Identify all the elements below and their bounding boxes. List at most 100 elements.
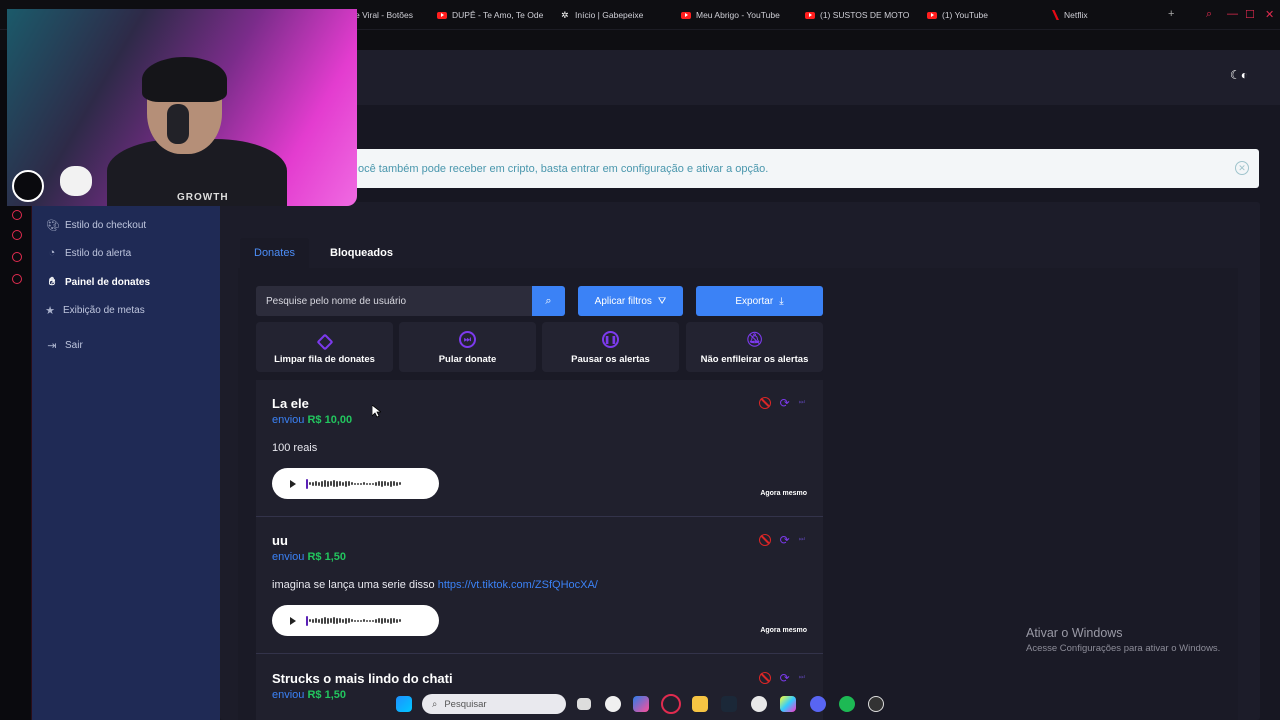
windows-start-icon[interactable] [396, 696, 412, 712]
crypto-notice: ocê também pode receber em cripto, basta… [350, 149, 1259, 188]
waveform-bar [375, 481, 377, 486]
audio-player[interactable] [272, 605, 439, 636]
pause-alerts-button[interactable]: ❚❚ Pausar os alertas [542, 322, 679, 372]
task-view-icon[interactable] [577, 698, 591, 710]
skip-icon[interactable]: ⏭ [799, 536, 805, 544]
block-user-icon[interactable] [758, 534, 771, 546]
replay-icon[interactable]: ⟳ [780, 534, 790, 546]
search-icon: ⌕ [545, 294, 552, 307]
waveform-bar [333, 480, 335, 487]
sidebar-item-goals[interactable]: ★ Exibição de metas [44, 304, 145, 317]
capcut-icon[interactable] [780, 696, 796, 712]
waveform-bar [360, 482, 362, 485]
skip-icon[interactable]: ⏭ [799, 399, 805, 407]
block-user-icon[interactable] [758, 672, 771, 684]
search-input[interactable] [256, 286, 532, 316]
waveform-bar [393, 618, 395, 623]
youtube-icon [681, 11, 691, 19]
skip-icon[interactable]: ⏭ [799, 674, 805, 682]
donation-link[interactable]: https://vt.tiktok.com/ZSfQHocXA/ [438, 579, 598, 591]
waveform-bar [381, 480, 383, 487]
discord-icon[interactable] [810, 696, 826, 712]
maximize-icon[interactable]: ☐ [1245, 8, 1255, 21]
waveform-bar [372, 482, 374, 485]
waveform[interactable] [306, 615, 418, 627]
play-icon[interactable] [290, 479, 296, 488]
gx-control-icon[interactable] [12, 210, 22, 220]
theme-toggle-icon[interactable]: ☾◐ [1230, 68, 1248, 82]
steam-icon[interactable] [721, 696, 737, 712]
sidebar-item-alert-style[interactable]: ◔ Estilo do alerta [46, 247, 131, 259]
browser-tab[interactable]: DUPÊ - Te Amo, Te Ode [437, 0, 545, 30]
donation-card: La ele enviou R$ 10,00 100 reais Agora m… [256, 380, 823, 517]
browser-tab[interactable]: (1) SUSTOS DE MOTO [805, 0, 913, 30]
replay-icon[interactable]: ⟳ [780, 672, 790, 684]
waveform-bar [345, 480, 347, 487]
download-icon: ⤓ [779, 295, 784, 307]
waveform-bar [399, 482, 401, 485]
no-queue-alerts-button[interactable]: 🔕︎ Não enfileirar os alertas [686, 322, 823, 372]
waveform-bar [342, 618, 344, 623]
app-icon[interactable] [605, 696, 621, 712]
browser-tab[interactable]: (1) YouTube [927, 0, 1017, 30]
donation-message: 100 reais [272, 442, 318, 454]
copilot-icon[interactable] [633, 696, 649, 712]
replay-icon[interactable]: ⟳ [780, 397, 790, 409]
waveform-bar [366, 482, 368, 485]
search-button[interactable]: ⌕ [532, 286, 565, 316]
search-icon: ⌕ [432, 698, 438, 710]
skip-donate-button[interactable]: ⏭ Pular donate [399, 322, 536, 372]
donation-message: imagina se lança uma serie disso https:/… [272, 579, 598, 591]
spotify-icon[interactable] [839, 696, 855, 712]
hand-donate-icon: ✋︎ [48, 276, 56, 288]
obs-icon[interactable] [868, 696, 884, 712]
palette-icon: 🎨︎ [46, 220, 60, 232]
mouse-cursor-icon [372, 405, 381, 418]
file-explorer-icon[interactable] [692, 696, 708, 712]
minimize-icon[interactable]: — [1227, 8, 1238, 20]
waveform-bar [339, 618, 341, 623]
sidebar-item-checkout-style[interactable]: 🎨︎ Estilo do checkout [46, 219, 146, 232]
pause-icon: ❚❚ [602, 331, 619, 348]
waveform-bar [309, 619, 311, 622]
search-tabs-icon[interactable]: ⌕ [1206, 8, 1212, 21]
waveform-bar [348, 481, 350, 486]
shirt-logo: GROWTH [177, 192, 229, 203]
play-icon[interactable] [290, 616, 296, 625]
sidebar-item-logout[interactable]: ⇥ Sair [46, 339, 82, 352]
block-user-icon[interactable] [758, 397, 771, 409]
apply-filters-button[interactable]: Aplicar filtros ⛛ [578, 286, 683, 316]
donation-time: Agora mesmo [760, 490, 807, 497]
filter-icon: ⛛ [657, 295, 667, 307]
clear-queue-button[interactable]: Limpar fila de donates [256, 322, 393, 372]
tab-donates[interactable]: Donates [240, 238, 309, 268]
waveform[interactable] [306, 478, 418, 490]
browser-tab[interactable]: Meu Abrigo - YouTube [681, 0, 791, 30]
app-icon[interactable] [751, 696, 767, 712]
history-icon[interactable] [12, 230, 22, 240]
browser-tab[interactable]: e Viral - Botões [355, 0, 425, 30]
opera-gx-icon[interactable] [661, 694, 681, 714]
audio-player[interactable] [272, 468, 439, 499]
youtube-icon [927, 11, 937, 19]
close-icon[interactable]: ✕ [1265, 8, 1274, 21]
export-button[interactable]: Exportar ⤓ [696, 286, 823, 316]
extensions-icon[interactable] [12, 252, 22, 262]
eraser-icon [316, 333, 333, 351]
new-tab-icon[interactable]: + [1168, 8, 1174, 20]
waveform-bar [399, 619, 401, 622]
taskbar-search[interactable]: ⌕ Pesquisar [422, 694, 566, 714]
browser-tab[interactable]: Netflix [1052, 0, 1142, 30]
sidebar-item-donates-panel[interactable]: ✋︎ Painel de donates [46, 276, 150, 289]
settings-icon[interactable] [12, 274, 22, 284]
donation-amount-line: enviou R$ 10,00 [272, 414, 353, 426]
logout-icon: ⇥ [47, 340, 57, 352]
donor-name: Strucks o mais lindo do chati [272, 671, 453, 686]
waveform-bar [360, 619, 362, 622]
tab-blocked[interactable]: Bloqueados [316, 238, 407, 268]
waveform-bar [369, 619, 371, 622]
browser-tab[interactable]: ✲ Início | Gabepeixe [561, 0, 661, 30]
waveform-bar [312, 481, 314, 486]
close-icon[interactable]: ✕ [1235, 161, 1249, 175]
donation-amount: R$ 1,50 [307, 689, 347, 701]
